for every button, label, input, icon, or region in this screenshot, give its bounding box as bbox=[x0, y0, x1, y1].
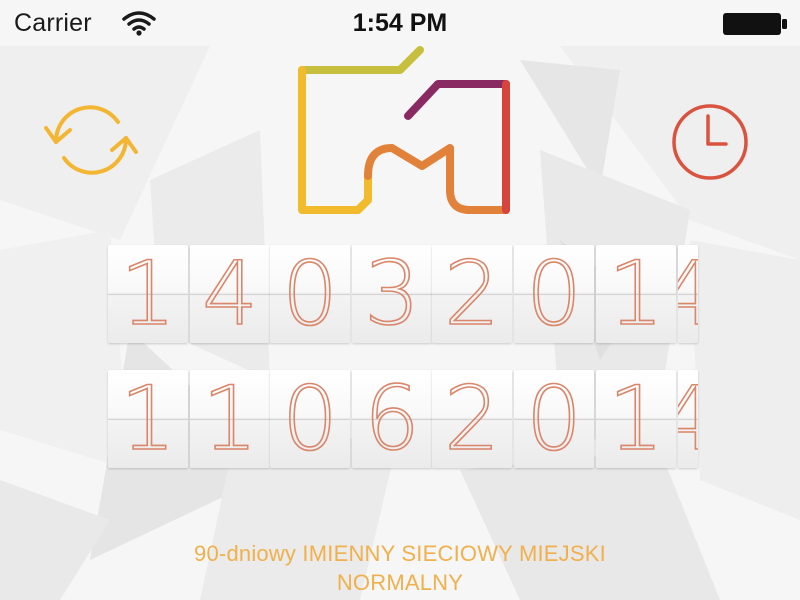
digit: 2 bbox=[443, 242, 501, 345]
digit: 4 bbox=[678, 370, 698, 468]
flip-card: 2 bbox=[432, 242, 512, 345]
digit: 3 bbox=[363, 242, 421, 345]
ticket-type-label: 90-dniowy IMIENNY SIECIOWY MIEJSKI NORMA… bbox=[100, 539, 700, 597]
digit: 1 bbox=[119, 242, 177, 345]
flip-card: 0 bbox=[514, 367, 594, 470]
flip-card: 6 bbox=[352, 367, 432, 470]
valid-to-date: 1 1 0 6 2 0 1 4 bbox=[108, 367, 698, 470]
flip-card: 1 bbox=[596, 242, 676, 345]
flip-card: 0 bbox=[270, 367, 350, 470]
digit: 4 bbox=[678, 245, 698, 343]
flip-card: 3 bbox=[352, 242, 432, 345]
digit: 1 bbox=[119, 367, 177, 470]
battery-full-icon bbox=[723, 13, 787, 35]
status-time: 1:54 PM bbox=[352, 9, 448, 37]
digit: 1 bbox=[607, 242, 665, 345]
digit: 0 bbox=[525, 367, 583, 470]
flip-card: 1 bbox=[190, 367, 270, 470]
flip-card: 1 bbox=[108, 367, 188, 470]
flip-card: 4 bbox=[678, 370, 698, 468]
digit: 1 bbox=[201, 367, 259, 470]
flip-card: 1 bbox=[596, 367, 676, 470]
digit: 1 bbox=[607, 367, 665, 470]
m-logo bbox=[298, 46, 510, 214]
flip-card: 4 bbox=[678, 245, 698, 343]
digit: 4 bbox=[201, 242, 259, 345]
flip-card: 1 bbox=[108, 242, 188, 345]
valid-from-date: 1 4 0 3 2 0 1 4 bbox=[108, 242, 698, 345]
flip-card: 0 bbox=[270, 242, 350, 345]
ticket-type-line1: 90-dniowy IMIENNY SIECIOWY MIEJSKI bbox=[194, 541, 606, 566]
digit: 0 bbox=[281, 242, 339, 345]
flip-card: 0 bbox=[514, 242, 594, 345]
clock-icon[interactable] bbox=[664, 100, 756, 184]
refresh-icon[interactable] bbox=[44, 96, 138, 184]
digit: 2 bbox=[443, 367, 501, 470]
digit: 0 bbox=[525, 242, 583, 345]
ticket-type-line2: NORMALNY bbox=[336, 570, 464, 595]
digit: 6 bbox=[363, 367, 421, 470]
digit: 0 bbox=[281, 367, 339, 470]
flip-card: 2 bbox=[432, 367, 512, 470]
flip-card: 4 bbox=[190, 242, 270, 345]
